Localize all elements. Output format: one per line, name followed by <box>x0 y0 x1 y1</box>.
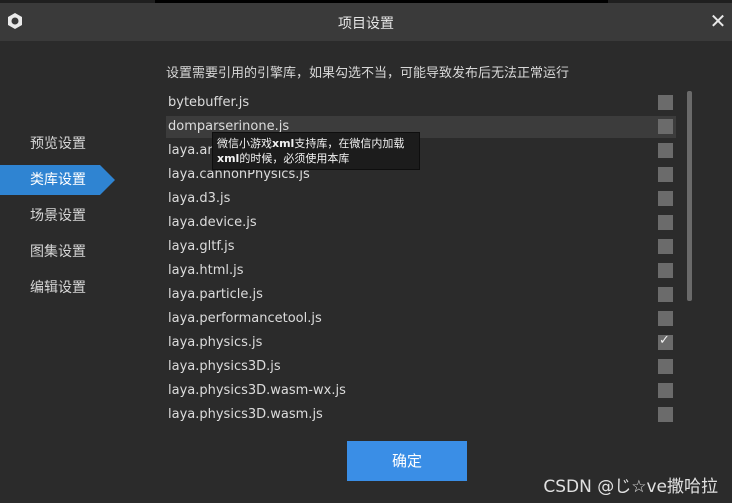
library-checkbox[interactable] <box>658 119 673 134</box>
window-title: 项目设置 <box>338 16 394 32</box>
sidebar-item-scene-settings[interactable]: 场景设置 <box>0 201 100 231</box>
tooltip: 微信小游戏xml支持库，在微信内加载 xml的时候，必须使用本库 <box>212 132 420 170</box>
hint-text: 设置需要引用的引擎库，如果勾选不当，可能导致发布后无法正常运行 <box>166 66 570 81</box>
sidebar-item-library-settings[interactable]: 类库设置 <box>0 165 115 195</box>
library-name: laya.gltf.js <box>168 239 235 254</box>
tooltip-text: 微信小游戏 <box>217 137 272 150</box>
library-name: laya.physics3D.wasm-wx.js <box>168 383 346 398</box>
tooltip-line-2: xml的时候，必须使用本库 <box>217 151 415 166</box>
list-item[interactable]: laya.gltf.js <box>166 236 676 258</box>
tooltip-text: 支持库，在微信内加载 <box>294 137 405 150</box>
library-checkbox[interactable] <box>658 95 673 110</box>
tooltip-text: xml <box>272 137 295 150</box>
tooltip-text: 的时候，必须使用本库 <box>239 152 350 165</box>
list-item[interactable]: bytebuffer.js <box>166 92 676 114</box>
library-checkbox[interactable] <box>658 239 673 254</box>
library-name: laya.device.js <box>168 215 257 230</box>
top-strip <box>155 0 608 3</box>
title-bar: 项目设置 ✕ <box>0 0 732 41</box>
library-checkbox[interactable] <box>658 143 673 158</box>
ok-button[interactable]: 确定 <box>347 441 467 481</box>
check-icon: ✓ <box>659 333 670 348</box>
list-item[interactable]: laya.html.js <box>166 260 676 282</box>
library-checkbox[interactable] <box>658 287 673 302</box>
library-checkbox[interactable] <box>658 215 673 230</box>
close-icon[interactable]: ✕ <box>708 11 728 31</box>
list-item[interactable]: laya.physics3D.js <box>166 356 676 378</box>
library-name: laya.particle.js <box>168 287 263 302</box>
list-item[interactable]: laya.device.js <box>166 212 676 234</box>
library-checkbox[interactable] <box>658 263 673 278</box>
library-checkbox[interactable] <box>658 383 673 398</box>
library-name: laya.physics3D.js <box>168 359 281 374</box>
library-checkbox[interactable] <box>658 167 673 182</box>
sidebar-item-atlas-settings[interactable]: 图集设置 <box>0 237 100 267</box>
library-checkbox[interactable] <box>658 407 673 422</box>
list-item[interactable]: laya.physics3D.wasm-wx.js <box>166 380 676 402</box>
tooltip-text: xml <box>217 152 240 165</box>
list-item[interactable]: laya.performancetool.js <box>166 308 676 330</box>
library-name: laya.d3.js <box>168 191 231 206</box>
library-checkbox[interactable] <box>658 359 673 374</box>
sidebar: 预览设置 类库设置 场景设置 图集设置 编辑设置 <box>0 41 118 503</box>
library-name: laya.html.js <box>168 263 244 278</box>
list-scrollbar[interactable] <box>687 91 692 301</box>
list-item[interactable]: laya.physics.js ✓ <box>166 332 676 354</box>
library-checkbox[interactable]: ✓ <box>658 333 673 350</box>
library-name: laya.physics.js <box>168 335 263 350</box>
tooltip-line-1: 微信小游戏xml支持库，在微信内加载 <box>217 136 415 151</box>
sidebar-item-preview-settings[interactable]: 预览设置 <box>0 129 100 159</box>
list-item[interactable]: laya.particle.js <box>166 284 676 306</box>
library-name: bytebuffer.js <box>168 95 250 110</box>
library-name: laya.performancetool.js <box>168 311 322 326</box>
list-item[interactable]: laya.d3.js <box>166 188 676 210</box>
list-item[interactable]: laya.physics3D.wasm.js <box>166 404 676 426</box>
library-checkbox[interactable] <box>658 191 673 206</box>
sidebar-item-edit-settings[interactable]: 编辑设置 <box>0 273 100 303</box>
library-name: laya.physics3D.wasm.js <box>168 407 323 422</box>
watermark: CSDN @じ☆ve撒哈拉 <box>543 477 718 497</box>
library-checkbox[interactable] <box>658 311 673 326</box>
